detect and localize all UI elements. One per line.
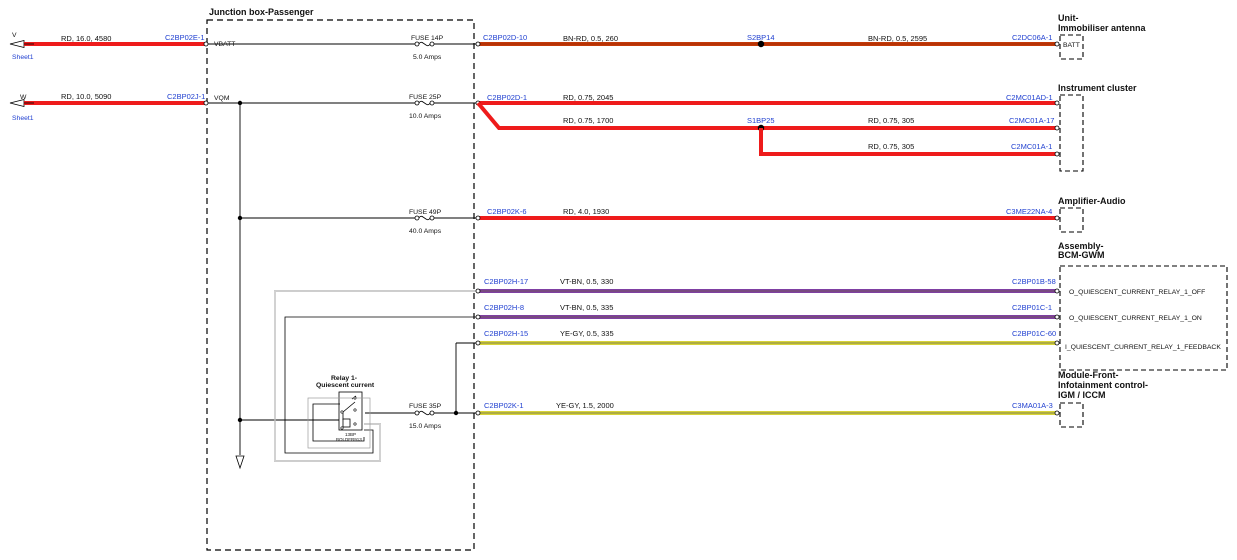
wire-spec: VT-BN, 0.5, 330 (560, 277, 613, 286)
component-pin-label: BATT (1063, 42, 1080, 49)
input-wire-spec-v: RD, 16.0, 4580 (61, 34, 111, 43)
wire-to-connector: C2DC06A-1 (1012, 33, 1052, 42)
wire-spec: YE-GY, 0.5, 335 (560, 329, 614, 338)
rail-junction-relay (237, 417, 243, 423)
wire-from-connector: C2BP02H-8 (484, 303, 524, 312)
input-arrow-label-w: W (20, 94, 27, 101)
wire-spec: RD, 0.75, 305 (868, 116, 914, 125)
fuse-35p: FUSE 35P 15.0 Amps (409, 403, 442, 430)
fuse-rating-25p: 10.0 Amps (409, 113, 442, 120)
component-bcm-gwm: Assembly- BCM-GWM O_QUIESCENT_CURRENT_RE… (1058, 241, 1228, 371)
ground-arrow-icon (235, 455, 245, 470)
component-title-line2: Immobiliser antenna (1058, 23, 1147, 33)
fuse-label-49p: FUSE 49P (409, 209, 442, 216)
wire-from-connector: C2BP02K-6 (487, 207, 527, 216)
bcm-pin-label: O_QUIESCENT_CURRENT_RELAY_1_OFF (1069, 289, 1205, 296)
junction-box-title: Junction box-Passenger (209, 7, 314, 17)
bcm-pin-label: O_QUIESCENT_CURRENT_RELAY_1_ON (1069, 315, 1202, 322)
relay-title-line1: Relay 1- (331, 375, 357, 382)
wire-spec: YE-GY, 1.5, 2000 (556, 401, 614, 410)
wire-immobiliser: C2BP02D-10 BN-RD, 0.5, 260 S2BP14 BN-RD,… (475, 33, 1060, 48)
wire-spec: RD, 4.0, 1930 (563, 207, 609, 216)
component-title-line3: IGM / ICCM (1058, 390, 1106, 400)
fuse-49p: FUSE 49P 40.0 Amps (409, 209, 442, 235)
component-outline (1059, 94, 1084, 172)
wire-to-connector: C2MC01A-1 (1011, 142, 1052, 151)
input-connector-pin-w (203, 100, 209, 106)
fuse-label-14p: FUSE 14P (411, 35, 444, 42)
relay-coil-icon (342, 418, 351, 428)
wire-instrument-cluster-1: C2BP02D-1 RD, 0.75, 2045 C2MC01AD-1 (475, 93, 1060, 106)
fuse-label-35p: FUSE 35P (409, 403, 442, 410)
component-title-line2: BCM-GWM (1058, 250, 1105, 260)
fuse-rating-35p: 15.0 Amps (409, 423, 442, 430)
component-title-line1: Unit- (1058, 13, 1079, 23)
wire-bcm-feedback: C2BP02H-15 YE-GY, 0.5, 335 C2BP01C-60 (475, 329, 1060, 346)
fuse-14p: FUSE 14P 5.0 Amps (411, 35, 444, 61)
component-title-line2: Infotainment control- (1058, 380, 1148, 390)
wire-from-connector: C2BP02D-1 (487, 93, 527, 102)
rail-label-vbatt: VBATT (214, 41, 235, 48)
input-sheet-link-v[interactable]: Sheet1 (12, 54, 34, 61)
rail-label-vqm: VQM (214, 95, 230, 102)
relay-control-loops (274, 290, 480, 462)
wire-spec: BN-RD, 0.5, 2595 (868, 34, 927, 43)
fuse-rating-14p: 5.0 Amps (413, 54, 442, 61)
component-outline (1059, 402, 1084, 428)
wire-spec: VT-BN, 0.5, 335 (560, 303, 613, 312)
component-outline (1059, 207, 1084, 233)
wire-amplifier: C2BP02K-6 RD, 4.0, 1930 C3ME22NA-4 (475, 207, 1060, 221)
wire-to-connector: C2BP01C-60 (1012, 329, 1056, 338)
wire-to-connector: C2MC01AD-1 (1006, 93, 1053, 102)
fuse-label-25p: FUSE 25P (409, 94, 442, 101)
wire-spec: RD, 0.75, 1700 (563, 116, 613, 125)
wire-spec: RD, 0.75, 2045 (563, 93, 613, 102)
splice-label: S1BP25 (747, 116, 775, 125)
component-instrument-cluster: Instrument cluster (1058, 83, 1137, 172)
input-connector-w: C2BP02J-1 (167, 92, 205, 101)
wire-bcm-on: C2BP02H-8 VT-BN, 0.5, 335 C2BP01C-1 (475, 303, 1060, 320)
component-title: Amplifier-Audio (1058, 196, 1126, 206)
input-arrow-label-v: V (12, 32, 17, 39)
input-connector-pin-v (203, 41, 209, 47)
input-sheet-link-w[interactable]: Sheet1 (12, 115, 34, 122)
component-title-line1: Module-Front- (1058, 370, 1118, 380)
wire-from-connector: C2BP02K-1 (484, 401, 524, 410)
wire-to-connector: C3MA01A-3 (1012, 401, 1053, 410)
input-connector-v: C2BP02E-1 (165, 33, 205, 42)
wire-from-connector: C2BP02D-10 (483, 33, 527, 42)
wire-from-connector: C2BP02H-17 (484, 277, 528, 286)
wire-to-connector: C2BP01C-1 (1012, 303, 1052, 312)
splice-label: S2BP14 (747, 33, 775, 42)
wire-spec: BN-RD, 0.5, 260 (563, 34, 618, 43)
fuse-25p: FUSE 25P 10.0 Amps (409, 94, 442, 120)
input-arrow-v (9, 39, 25, 49)
wire-spec: RD, 0.75, 305 (868, 142, 914, 151)
input-wire-spec-w: RD, 10.0, 5090 (61, 92, 111, 101)
wire-instrument-cluster-17: RD, 0.75, 1700 S1BP25 RD, 0.75, 305 C2MC… (476, 101, 1060, 132)
input-w: W Sheet1 RD, 10.0, 5090 C2BP02J-1 (9, 92, 209, 122)
wire-to-connector: C2BP01B-58 (1012, 277, 1056, 286)
relay-quiescent-current: Relay 1- Quiescent current 13BP BOLDFR91… (316, 375, 375, 442)
component-amplifier-audio: Amplifier-Audio (1058, 196, 1126, 233)
rail-junction-fuse49 (237, 215, 243, 221)
component-title: Instrument cluster (1058, 83, 1137, 93)
component-immobiliser-antenna: Unit- Immobiliser antenna BATT (1058, 13, 1147, 60)
wire-to-connector: C2MC01A-17 (1009, 116, 1054, 125)
wire-from-connector: C2BP02H-15 (484, 329, 528, 338)
wire-to-connector: C3ME22NA-4 (1006, 207, 1052, 216)
bcm-pin-label: I_QUIESCENT_CURRENT_RELAY_1_FEEDBACK (1065, 344, 1221, 351)
wire-bcm-off: C2BP02H-17 VT-BN, 0.5, 330 C2BP01B-58 (475, 277, 1060, 294)
fuse-rating-49p: 40.0 Amps (409, 228, 442, 235)
input-v: V Sheet1 RD, 16.0, 4580 C2BP02E-1 (9, 32, 209, 61)
wire-infotainment: C2BP02K-1 YE-GY, 1.5, 2000 C3MA01A-3 (475, 401, 1060, 416)
component-infotainment-module: Module-Front- Infotainment control- IGM … (1058, 370, 1148, 428)
wiring-diagram: Junction box-Passenger V Sheet1 RD, 16.0… (9, 7, 1228, 551)
rail-junction-fuse35 (453, 410, 459, 416)
wire-instrument-cluster-a1: RD, 0.75, 305 C2MC01A-1 (759, 128, 1060, 157)
rail-junction-vqm (237, 100, 243, 106)
relay-title-line2: Quiescent current (316, 382, 375, 389)
